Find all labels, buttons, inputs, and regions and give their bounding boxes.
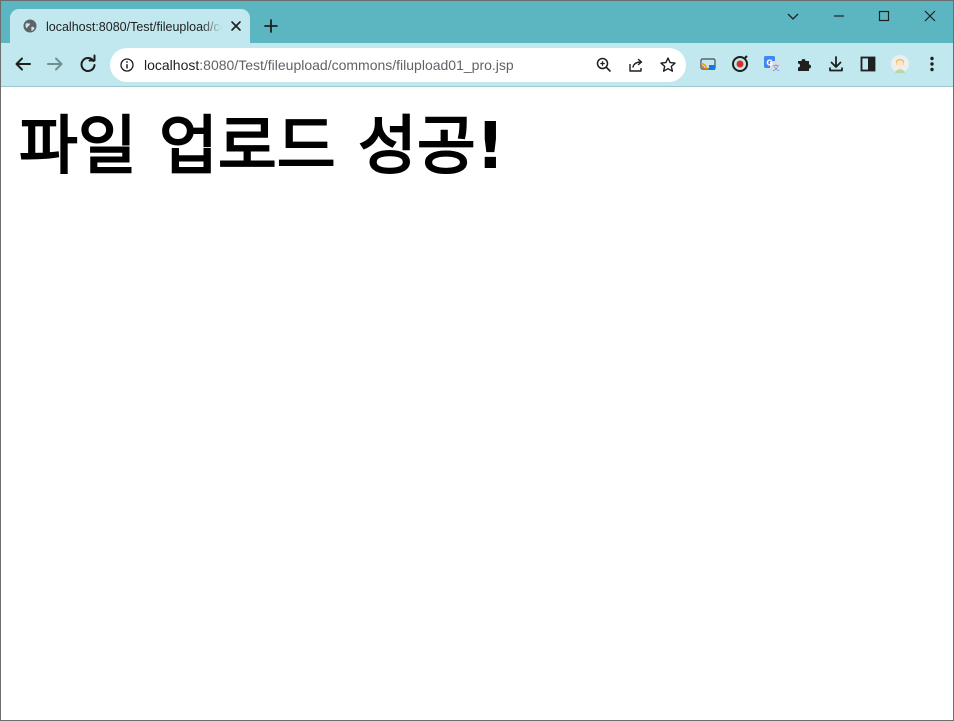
browser-toolbar: localhost:8080/Test/fileupload/commons/f…	[1, 43, 953, 87]
minimize-icon[interactable]	[827, 5, 851, 27]
tab-strip: localhost:8080/Test/fileupload/commons/f…	[1, 1, 953, 43]
active-tab[interactable]: localhost:8080/Test/fileupload/commons/f…	[10, 9, 250, 43]
download-icon[interactable]	[826, 54, 846, 74]
puzzle-icon[interactable]	[794, 54, 814, 74]
url-host: localhost	[144, 57, 200, 73]
browser-window: localhost:8080/Test/fileupload/commons/f…	[0, 0, 954, 721]
close-icon[interactable]	[918, 5, 942, 27]
url-path: :8080/Test/fileupload/commons/filupload0…	[199, 57, 514, 73]
close-icon[interactable]	[228, 17, 244, 35]
globe-icon	[23, 19, 37, 33]
side-panel-icon[interactable]	[858, 54, 878, 74]
cast-icon[interactable]	[698, 54, 718, 74]
reload-icon[interactable]	[77, 53, 99, 75]
page-heading: 파일 업로드 성공!	[19, 110, 505, 184]
arrow-left-icon[interactable]	[12, 53, 34, 75]
translate-icon[interactable]: G 文	[762, 54, 782, 74]
record-icon[interactable]	[730, 54, 750, 74]
arrow-right-icon[interactable]	[44, 53, 66, 75]
zoom-icon[interactable]	[594, 55, 614, 75]
profile-avatar-icon[interactable]	[890, 54, 910, 74]
star-icon[interactable]	[658, 55, 678, 75]
chevron-down-icon[interactable]	[781, 5, 805, 27]
plus-icon[interactable]	[261, 16, 281, 36]
maximize-icon[interactable]	[872, 5, 896, 27]
address-bar[interactable]: localhost:8080/Test/fileupload/commons/f…	[110, 48, 686, 82]
svg-text:文: 文	[773, 63, 780, 72]
tab-title: localhost:8080/Test/fileupload/commons/f…	[46, 20, 222, 34]
share-icon[interactable]	[626, 55, 646, 75]
url-text[interactable]: localhost:8080/Test/fileupload/commons/f…	[144, 56, 514, 74]
kebab-menu-icon[interactable]	[922, 54, 942, 74]
info-icon[interactable]	[120, 58, 134, 72]
page-content: 파일 업로드 성공!	[1, 87, 953, 720]
